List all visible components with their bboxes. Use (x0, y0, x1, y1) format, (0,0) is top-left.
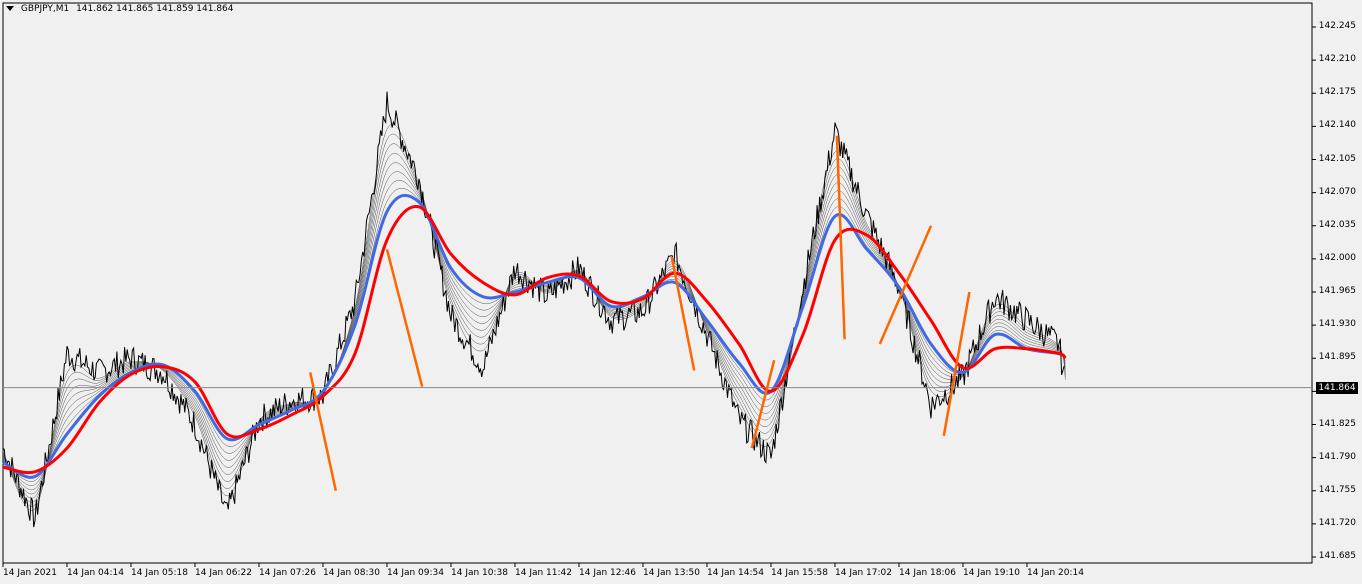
y-tick-label: 142.105 (1318, 153, 1356, 164)
y-tick-label: 142.245 (1318, 21, 1356, 31)
y-tick-label: 141.720 (1318, 517, 1356, 528)
y-tick-label: 141.895 (1318, 352, 1356, 363)
x-tick-label: 14 Jan 09:34 (387, 568, 444, 578)
x-tick-label: 14 Jan 17:02 (835, 568, 892, 578)
current-price-badge: 141.864 (1316, 381, 1358, 394)
x-tick-label: 14 Jan 10:38 (451, 568, 508, 578)
x-tick-label: 14 Jan 12:46 (579, 568, 636, 578)
y-tick-label: 142.210 (1318, 54, 1356, 65)
y-tick-label: 141.685 (1318, 551, 1356, 561)
y-tick-label: 141.825 (1318, 418, 1356, 429)
price-chart[interactable] (0, 0, 1362, 584)
x-tick-label: 14 Jan 05:18 (131, 568, 188, 578)
x-tick-label: 14 Jan 11:42 (515, 568, 572, 578)
x-tick-label: 14 Jan 2021 (3, 568, 57, 578)
y-tick-label: 141.965 (1318, 286, 1356, 296)
x-tick-label: 14 Jan 19:10 (963, 568, 1020, 578)
y-tick-label: 141.755 (1318, 484, 1356, 495)
y-tick-label: 141.790 (1318, 451, 1356, 462)
chart-background (0, 0, 1362, 584)
x-tick-label: 14 Jan 13:50 (643, 568, 700, 578)
x-tick-label: 14 Jan 15:58 (771, 568, 828, 578)
symbol-label: GBPJPY,M1 (20, 4, 70, 14)
x-tick-label: 14 Jan 07:26 (259, 568, 316, 578)
x-tick-label: 14 Jan 14:54 (707, 568, 764, 578)
y-tick-label: 142.000 (1318, 252, 1356, 263)
y-tick-label: 142.140 (1318, 120, 1356, 131)
x-tick-label: 14 Jan 18:06 (899, 568, 956, 578)
collapse-triangle-icon[interactable] (6, 6, 14, 11)
x-tick-label: 14 Jan 20:14 (1027, 568, 1084, 578)
ohlc-values: 141.862 141.865 141.859 141.864 (76, 4, 234, 14)
y-tick-label: 141.930 (1318, 319, 1356, 330)
x-tick-label: 14 Jan 04:14 (67, 568, 124, 578)
y-tick-label: 142.070 (1318, 186, 1356, 197)
x-tick-label: 14 Jan 08:30 (323, 568, 380, 578)
y-tick-label: 142.175 (1318, 87, 1356, 98)
x-tick-label: 14 Jan 06:22 (195, 568, 252, 578)
y-tick-label: 142.035 (1318, 219, 1356, 230)
chart-header: GBPJPY,M1 141.862 141.865 141.859 141.86… (6, 4, 234, 14)
